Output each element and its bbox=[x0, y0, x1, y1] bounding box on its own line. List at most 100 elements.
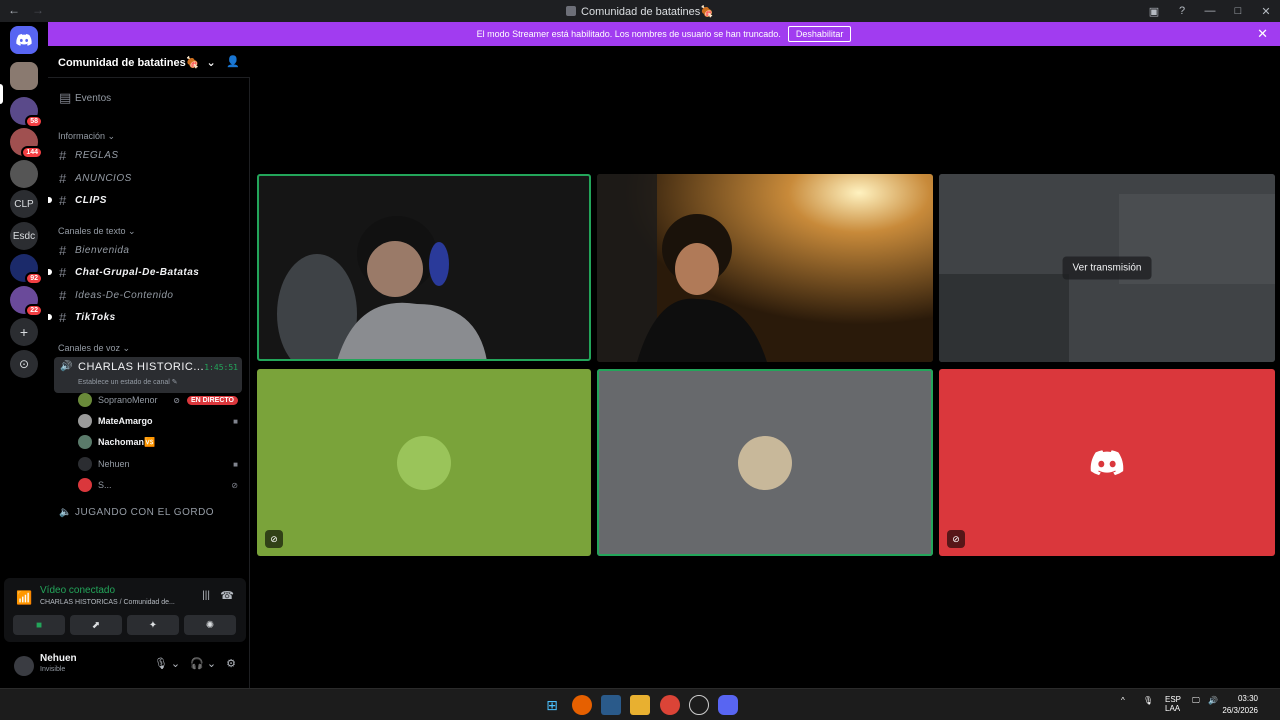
stream-tile[interactable]: Ver transmisión bbox=[939, 174, 1275, 362]
channel-item[interactable]: # Bienvenida bbox=[56, 240, 242, 260]
language-indicator[interactable]: ESP LAA bbox=[1165, 695, 1181, 713]
voice-status[interactable]: Vídeo conectado bbox=[40, 585, 115, 596]
avatar-tile[interactable]: ⊘ bbox=[939, 369, 1275, 556]
mention-badge: 144 bbox=[21, 146, 43, 159]
video-tile[interactable] bbox=[257, 174, 591, 361]
selected-indicator bbox=[0, 84, 3, 104]
voice-channel[interactable]: 🔈 JUGANDO CON EL GORDO bbox=[56, 502, 242, 522]
firefox-icon[interactable] bbox=[572, 695, 592, 715]
user-panel: Nehuen Invisible 🎙 ⌄ 🎧 ⌄ ⚙ bbox=[4, 646, 246, 684]
window-title: Comunidad de batatines🍖 bbox=[0, 5, 1280, 18]
disconnect-icon[interactable]: ☎ bbox=[220, 589, 234, 602]
channel-item[interactable]: # REGLAS bbox=[56, 145, 242, 165]
server-icon[interactable]: 58 bbox=[10, 97, 43, 128]
user-status: Invisible bbox=[40, 666, 66, 673]
category-text[interactable]: Canales de texto ⌄ bbox=[58, 226, 136, 237]
gear-icon[interactable]: ⚙ bbox=[226, 657, 236, 670]
server-header[interactable]: Comunidad de batatines🍖 ⌄ 👤 bbox=[48, 46, 250, 78]
taskbar: ⊞ ^ 🎙 ESP LAA 🖵 🔊 03:30 26/3/2026 bbox=[0, 688, 1280, 720]
inbox-icon[interactable]: ▣ bbox=[1140, 5, 1168, 18]
discord-icon bbox=[1090, 450, 1124, 476]
channel-item[interactable]: # ANUNCIOS bbox=[56, 168, 242, 188]
close-button[interactable]: ✕ bbox=[1252, 5, 1280, 18]
watch-stream-button[interactable]: Ver transmisión bbox=[1062, 256, 1152, 280]
hash-icon: # bbox=[59, 242, 67, 258]
screen-share-button[interactable]: ⬈ bbox=[70, 615, 122, 635]
channel-item[interactable]: # Chat-Grupal-De-Batatas bbox=[56, 262, 242, 282]
chrome-icon[interactable] bbox=[660, 695, 680, 715]
voice-user[interactable]: Nachoman🆚 bbox=[78, 433, 242, 451]
mic-tray-icon[interactable]: 🎙 bbox=[1143, 696, 1153, 705]
hash-icon: # bbox=[59, 192, 67, 208]
headset-icon[interactable]: 🎧 ⌄ bbox=[190, 657, 216, 670]
server-icon[interactable]: CLP bbox=[10, 190, 38, 218]
avatar bbox=[78, 457, 92, 471]
maximize-button[interactable]: □ bbox=[1224, 5, 1252, 17]
disable-streamer-button[interactable]: Deshabilitar bbox=[787, 26, 852, 42]
webcam-feed bbox=[597, 174, 933, 362]
mic-icon[interactable]: 🎙 ⌄ bbox=[154, 657, 180, 670]
home-button[interactable] bbox=[10, 26, 38, 54]
avatar bbox=[78, 435, 92, 449]
invite-icon[interactable]: 👤 bbox=[226, 55, 240, 68]
hash-icon: # bbox=[59, 147, 67, 163]
server-icon[interactable] bbox=[10, 160, 38, 188]
voice-user[interactable]: Nehuen ■ bbox=[78, 455, 242, 473]
discord-taskbar-icon[interactable] bbox=[718, 695, 738, 715]
channel-item[interactable]: # TikToks bbox=[56, 307, 242, 327]
minimize-button[interactable]: — bbox=[1196, 5, 1224, 17]
help-icon[interactable]: ? bbox=[1168, 5, 1196, 17]
close-icon[interactable]: ✕ bbox=[1257, 26, 1268, 42]
voice-channel-path[interactable]: CHARLAS HISTORICAS / Comunidad de... bbox=[40, 599, 175, 606]
discover-icon[interactable]: ⊙ bbox=[10, 350, 38, 378]
activity-button[interactable]: ✦ bbox=[127, 615, 179, 635]
noise-suppression-icon[interactable]: ||| bbox=[202, 590, 210, 601]
avatar bbox=[78, 393, 92, 407]
voice-channel-active[interactable]: 🔊 CHARLAS HISTORIC... 1:45:51 Establece … bbox=[54, 357, 242, 393]
avatar bbox=[78, 414, 92, 428]
weather-app-icon[interactable] bbox=[601, 695, 621, 715]
events-label: Eventos bbox=[75, 92, 112, 104]
mention-badge: 58 bbox=[25, 115, 43, 128]
hash-icon: # bbox=[59, 287, 67, 303]
events-item[interactable]: ▤ Eventos bbox=[56, 88, 242, 108]
channel-item[interactable]: # Ideas-De-Contenido bbox=[56, 285, 242, 305]
avatar-tile[interactable] bbox=[597, 369, 933, 556]
category-info[interactable]: Información ⌄ bbox=[58, 131, 115, 142]
soundboard-button[interactable]: ✺ bbox=[184, 615, 236, 635]
server-icon[interactable]: 22 bbox=[10, 286, 43, 317]
server-icon[interactable] bbox=[10, 62, 38, 90]
file-explorer-icon[interactable] bbox=[630, 695, 650, 715]
steam-icon[interactable] bbox=[689, 695, 709, 715]
clock[interactable]: 03:30 26/3/2026 bbox=[1222, 693, 1258, 717]
title-bar: ← → Comunidad de batatines🍖 ▣ ? — □ ✕ bbox=[0, 0, 1280, 22]
webcam-feed bbox=[257, 174, 591, 361]
network-icon[interactable]: 🖵 bbox=[1192, 696, 1200, 706]
muted-icon: ⊘ bbox=[231, 480, 238, 490]
channel-name: Bienvenida bbox=[75, 244, 130, 256]
server-label: CLP bbox=[14, 198, 34, 210]
live-badge: EN DIRECTO bbox=[186, 395, 238, 405]
add-server-icon[interactable]: + bbox=[10, 318, 38, 346]
voice-user[interactable]: S... ⊘ bbox=[78, 476, 242, 494]
channel-item[interactable]: # CLIPS bbox=[56, 190, 242, 210]
avatar[interactable] bbox=[14, 656, 34, 676]
avatar-tile[interactable]: ⊘ bbox=[257, 369, 591, 556]
chevron-up-icon[interactable]: ^ bbox=[1121, 696, 1125, 705]
server-icon[interactable]: 92 bbox=[10, 254, 43, 285]
voice-user[interactable]: MateAmargo ■ bbox=[78, 412, 242, 430]
user-name[interactable]: Nehuen bbox=[40, 653, 77, 664]
clock-date: 26/3/2026 bbox=[1222, 706, 1258, 715]
camera-button[interactable]: ■ bbox=[13, 615, 65, 635]
server-icon[interactable]: Esdc bbox=[10, 222, 38, 250]
volume-icon[interactable]: 🔊 bbox=[1208, 696, 1218, 705]
server-icon[interactable]: 144 bbox=[10, 128, 43, 159]
hash-icon: # bbox=[59, 264, 67, 280]
voice-user[interactable]: SopranoMenor ⊘ EN DIRECTO bbox=[78, 391, 242, 409]
clock-time: 03:30 bbox=[1237, 694, 1258, 703]
category-voice[interactable]: Canales de voz ⌄ bbox=[58, 343, 130, 354]
video-tile[interactable] bbox=[597, 174, 933, 362]
windows-start-icon[interactable]: ⊞ bbox=[542, 695, 562, 715]
channel-status-prompt[interactable]: Establece un estado de canal ✎ bbox=[78, 378, 178, 386]
avatar bbox=[78, 478, 92, 492]
